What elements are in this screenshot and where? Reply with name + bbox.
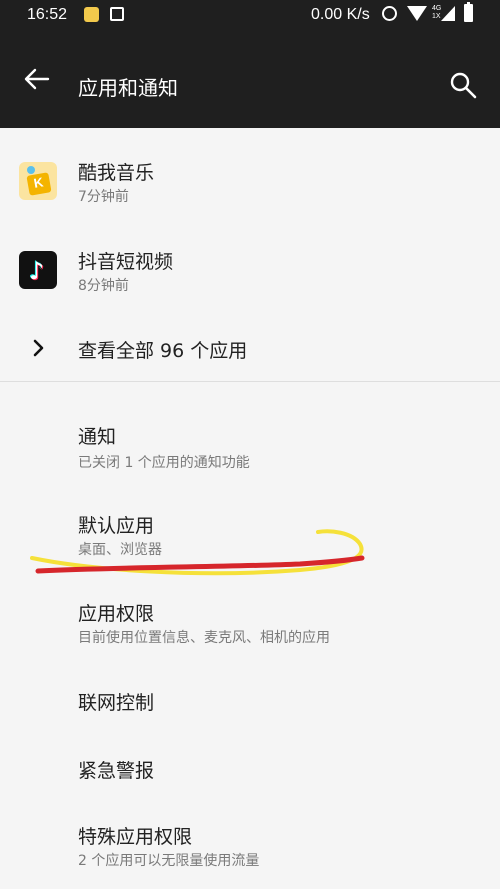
network-type-bottom: 1X xyxy=(432,13,441,20)
kuwo-music-icon: K xyxy=(19,162,57,200)
settings-item-emergency-alerts[interactable]: 紧急警报 xyxy=(0,744,500,794)
section-divider xyxy=(0,381,500,382)
arrow-left-icon[interactable] xyxy=(22,64,52,94)
settings-item-notifications[interactable]: 通知 已关闭 1 个应用的通知功能 xyxy=(0,410,500,480)
setting-title: 默认应用 xyxy=(78,515,155,537)
setting-title: 特殊应用权限 xyxy=(78,826,193,848)
page-title: 应用和通知 xyxy=(78,76,178,100)
setting-title: 应用权限 xyxy=(78,603,155,625)
app-last-used: 7分钟前 xyxy=(78,189,129,205)
recent-app-item[interactable]: K 酷我音乐 7分钟前 xyxy=(0,146,500,216)
network-type-label: 4G 1X xyxy=(432,5,441,21)
see-all-label: 查看全部 96 个应用 xyxy=(78,340,248,362)
settings-item-network-control[interactable]: 联网控制 xyxy=(0,676,500,726)
setting-summary: 2 个应用可以无限量使用流量 xyxy=(78,853,260,869)
see-all-apps-item[interactable]: 查看全部 96 个应用 xyxy=(0,324,500,374)
network-type-top: 4G xyxy=(432,5,442,12)
setting-summary: 已关闭 1 个应用的通知功能 xyxy=(78,455,250,471)
setting-summary: 目前使用位置信息、麦克风、相机的应用 xyxy=(78,630,330,646)
battery-icon xyxy=(464,2,473,22)
setting-summary: 桌面、浏览器 xyxy=(78,542,162,558)
app-notification-icon xyxy=(84,7,99,22)
search-icon[interactable] xyxy=(448,70,478,100)
setting-title: 紧急警报 xyxy=(78,760,155,782)
tiktok-icon: ♪ xyxy=(19,251,57,289)
setting-title: 通知 xyxy=(78,426,117,448)
recent-app-item[interactable]: ♪ 抖音短视频 8分钟前 xyxy=(0,235,500,305)
app-name: 抖音短视频 xyxy=(78,251,174,273)
chevron-right-icon xyxy=(33,339,44,357)
status-time: 16:52 xyxy=(27,6,68,23)
alarm-icon xyxy=(382,6,397,21)
signal-icon xyxy=(441,6,455,21)
settings-item-app-permissions[interactable]: 应用权限 目前使用位置信息、麦克风、相机的应用 xyxy=(0,587,500,657)
network-speed: 0.00 K/s xyxy=(311,6,370,23)
settings-item-default-apps[interactable]: 默认应用 桌面、浏览器 xyxy=(0,499,500,569)
app-last-used: 8分钟前 xyxy=(78,278,129,294)
app-name: 酷我音乐 xyxy=(78,162,155,184)
status-bar: 16:52 0.00 K/s 4G 1X xyxy=(0,0,500,30)
settings-item-special-app-access[interactable]: 特殊应用权限 2 个应用可以无限量使用流量 xyxy=(0,810,500,880)
app-bar: 应用和通知 xyxy=(0,30,500,128)
setting-title: 联网控制 xyxy=(78,692,155,714)
image-notification-icon xyxy=(110,7,124,21)
wifi-icon xyxy=(407,6,427,21)
